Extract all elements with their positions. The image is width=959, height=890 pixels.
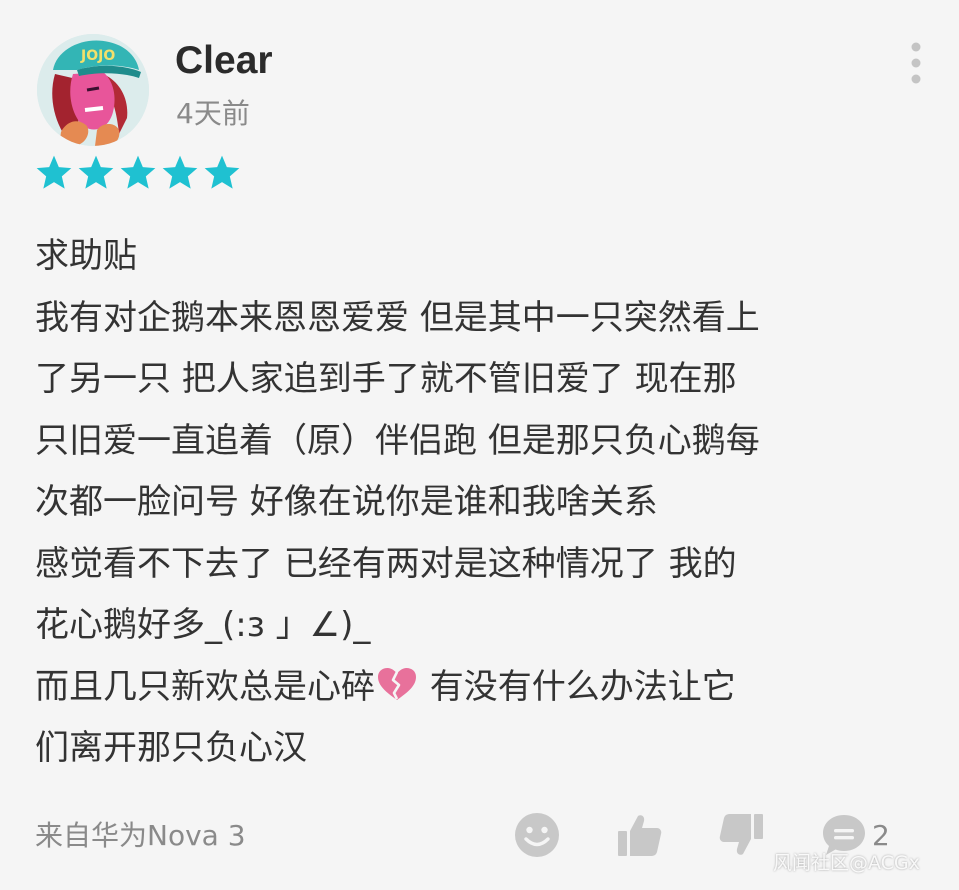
- review-line-text: 而且几只新欢总是心碎: [35, 666, 375, 707]
- review-line-text: 们离开那只负心汉: [35, 728, 307, 768]
- review-line: 而且几只新欢总是心碎 有没有什么办法让它: [35, 657, 945, 719]
- review-text: 求助贴我有对企鹅本来恩恩爱爱 但是其中一只突然看上 了另一只 把人家追到手了就不管…: [35, 226, 945, 780]
- watermark: 风闻社区@ACGx: [773, 852, 920, 874]
- like-button[interactable]: [616, 812, 662, 862]
- star-rating: [33, 153, 243, 193]
- review-line: 了另一只 把人家追到手了就不管旧爱了 现在那: [35, 349, 945, 411]
- review-line-text: 我有对企鹅本来恩恩爱爱 但是其中一只突然看上: [35, 297, 760, 338]
- review-line-text: 只旧爱一直追着（原）伴侣跑 但是那只负心鹅每: [35, 420, 760, 461]
- star-icon: [120, 155, 156, 189]
- review-line-text: 感觉看不下去了 已经有两对是这种情况了 我的: [35, 543, 737, 584]
- thumbs-up-icon: [618, 815, 662, 856]
- star-icon: [204, 155, 240, 189]
- svg-text:JOJO: JOJO: [80, 48, 115, 64]
- dislike-button[interactable]: [719, 812, 765, 862]
- star-icon: [78, 155, 114, 189]
- username[interactable]: Clear: [175, 38, 273, 84]
- star-icon: [162, 155, 198, 189]
- review-line-text: 次都一脸问号 好像在说你是谁和我啥关系: [35, 482, 658, 522]
- review-line: 们离开那只负心汉: [35, 718, 945, 780]
- review-line-text: 了另一只 把人家追到手了就不管旧爱了 现在那: [35, 359, 737, 399]
- broken-heart-icon: [378, 667, 416, 700]
- review-line-text: 花心鹅好多_(:з 」∠)_: [35, 605, 371, 645]
- more-vertical-icon[interactable]: [904, 40, 928, 86]
- avatar[interactable]: JOJO: [37, 34, 149, 146]
- post-time: 4天前: [176, 97, 250, 130]
- emoji-react-button[interactable]: [514, 812, 560, 862]
- star-icon: [36, 155, 72, 189]
- thumbs-down-icon: [719, 814, 763, 855]
- review-line-text: 有没有什么办法让它: [419, 666, 736, 707]
- review-line-text: 求助贴: [35, 236, 137, 276]
- review-line: 我有对企鹅本来恩恩爱爱 但是其中一只突然看上: [35, 288, 945, 350]
- review-line: 求助贴: [35, 226, 945, 288]
- device-info: 来自华为Nova 3: [35, 819, 246, 852]
- review-line: 花心鹅好多_(:з 」∠)_: [35, 595, 945, 657]
- review-line: 只旧爱一直追着（原）伴侣跑 但是那只负心鹅每: [35, 411, 945, 473]
- review-line: 次都一脸问号 好像在说你是谁和我啥关系: [35, 472, 945, 534]
- smiley-icon: [515, 813, 559, 857]
- review-line: 感觉看不下去了 已经有两对是这种情况了 我的: [35, 534, 945, 596]
